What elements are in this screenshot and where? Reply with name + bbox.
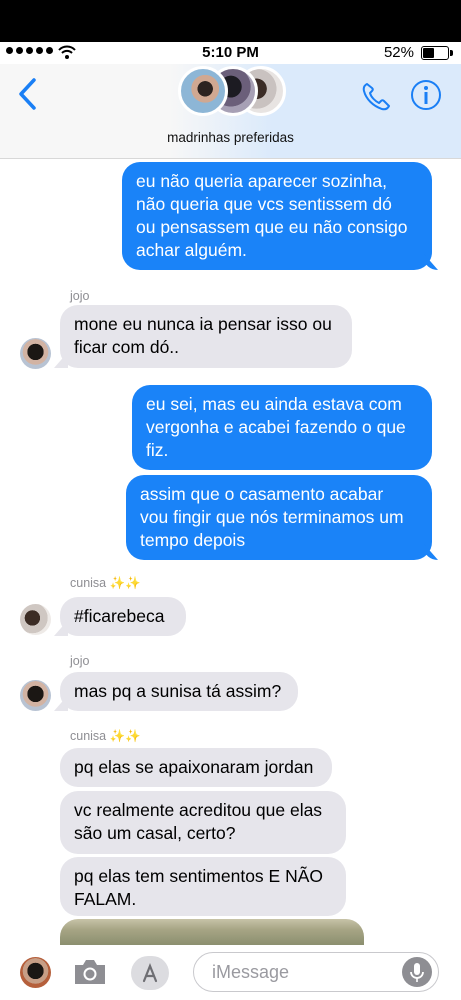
outgoing-message[interactable]: eu não queria aparecer sozinha, não quer… [122, 162, 432, 270]
incoming-message[interactable]: pq elas se apaixonaram jordan [60, 748, 332, 787]
app-store-icon [142, 963, 158, 983]
battery-icon [421, 46, 453, 60]
group-name[interactable]: madrinhas preferidas [0, 130, 461, 145]
microphone-button[interactable] [402, 957, 432, 987]
outgoing-message[interactable]: assim que o casamento acabar vou fingir … [126, 475, 432, 560]
conversation-header: madrinhas preferidas [0, 64, 461, 159]
sender-name: jojo [70, 654, 90, 668]
avatar [20, 604, 51, 635]
incoming-message[interactable]: mone eu nunca ia pensar isso ou ficar co… [60, 305, 352, 368]
app-store-button[interactable] [131, 956, 169, 990]
message-input-placeholder: iMessage [212, 962, 290, 982]
message-input[interactable]: iMessage [193, 952, 439, 992]
microphone-icon [410, 963, 424, 982]
avatar [20, 338, 51, 369]
sender-name: jojo [70, 289, 90, 303]
compose-bar: iMessage [0, 945, 461, 1000]
avatar [178, 66, 228, 116]
incoming-message[interactable]: #ficarebeca [60, 597, 186, 636]
status-bar: 5:10 PM 52% [0, 42, 461, 64]
avatar[interactable] [20, 957, 51, 988]
info-icon[interactable] [409, 78, 443, 112]
top-black-bar [0, 0, 461, 42]
group-avatars[interactable] [178, 66, 288, 124]
sender-name: cunisa ✨✨ [70, 576, 141, 590]
avatar [20, 680, 51, 711]
incoming-message[interactable]: vc realmente acreditou que elas são um c… [60, 791, 346, 854]
outgoing-message[interactable]: eu sei, mas eu ainda estava com vergonha… [132, 385, 432, 470]
image-attachment[interactable] [60, 919, 364, 945]
chevron-left-icon[interactable] [14, 76, 44, 112]
battery-percent: 52% [383, 44, 414, 61]
incoming-message[interactable]: pq elas tem sentimentos E NÃO FALAM. [60, 857, 346, 916]
message-thread[interactable]: eu não queria aparecer sozinha, não quer… [0, 159, 461, 945]
incoming-message[interactable]: mas pq a sunisa tá assim? [60, 672, 298, 711]
camera-icon[interactable] [72, 957, 108, 987]
phone-icon[interactable] [359, 80, 393, 114]
sender-name: cunisa ✨✨ [70, 729, 141, 743]
